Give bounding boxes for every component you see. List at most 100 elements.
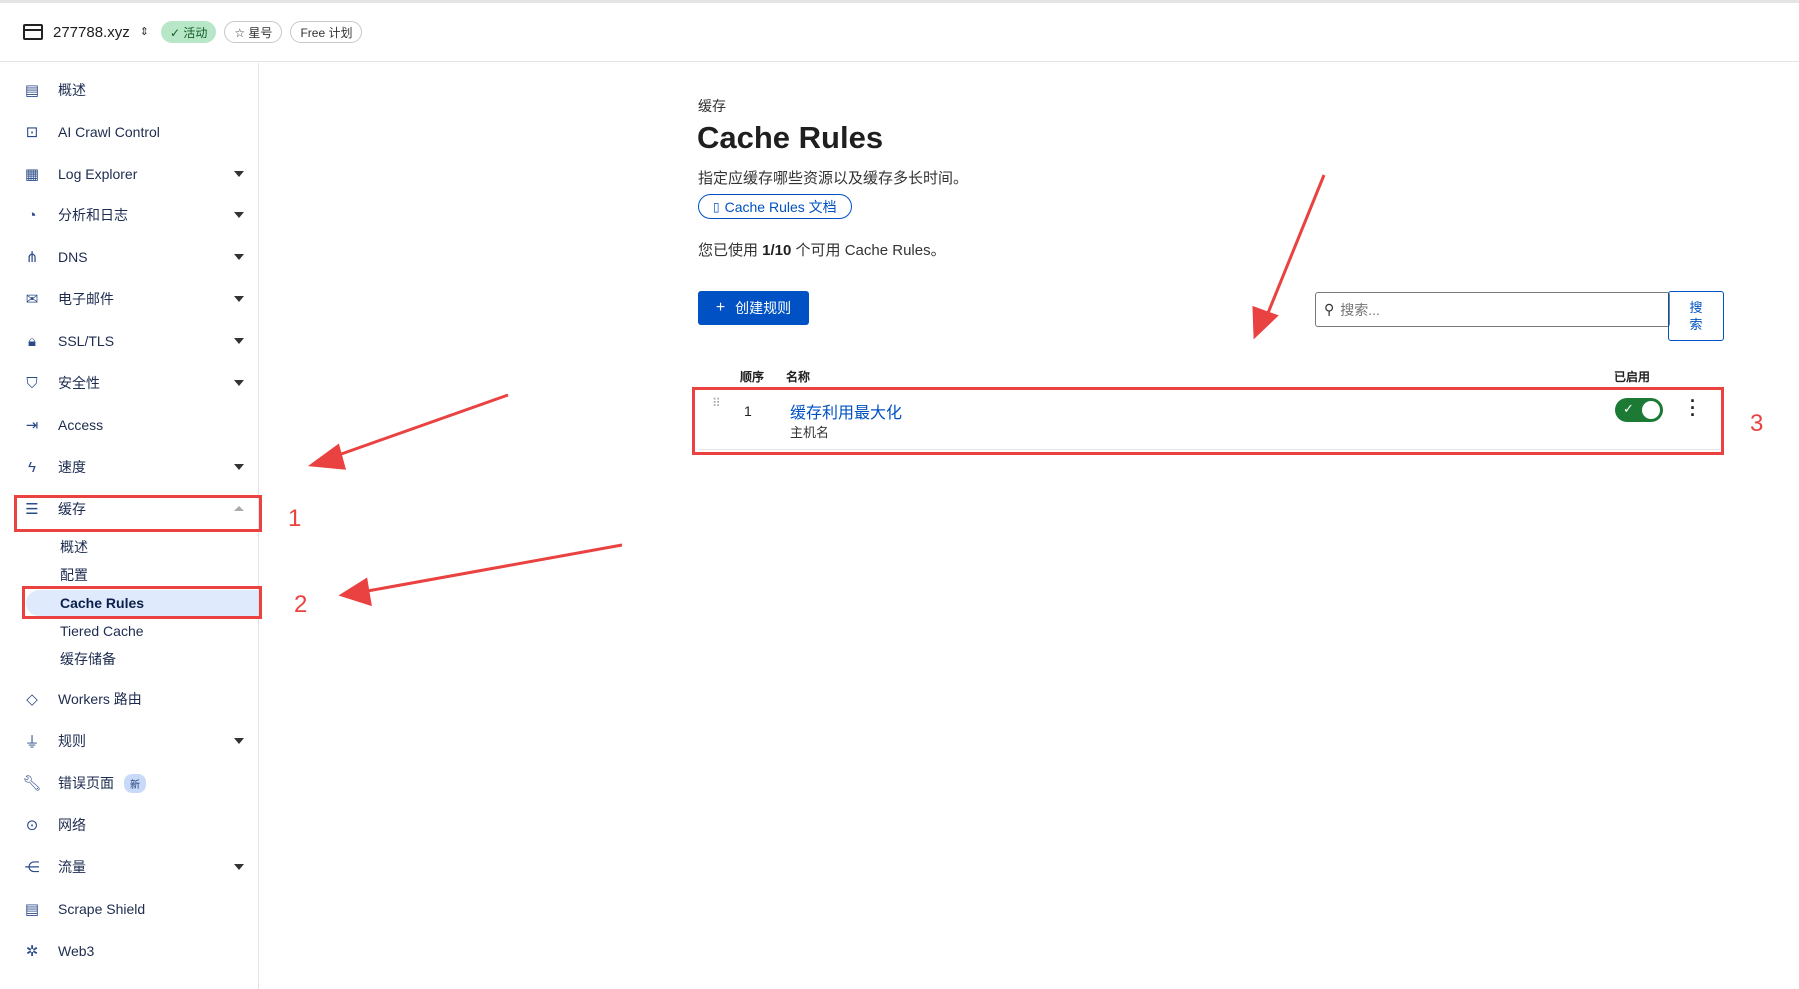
zone-switcher-icon[interactable]: ⇕ xyxy=(140,26,149,38)
sidebar-item-email[interactable]: ✉ 电子邮件 xyxy=(0,281,258,317)
network-icon: ⋔ xyxy=(25,249,39,266)
robot-icon: ⊡ xyxy=(25,124,39,141)
traffic-icon: ⋲ xyxy=(24,859,40,876)
sidebar-item-label: DNS xyxy=(58,249,88,265)
sidebar-item-label: 流量 xyxy=(58,859,86,875)
annotation-number-2: 2 xyxy=(294,591,308,618)
sidebar-item-log-explorer[interactable]: ▦ Log Explorer xyxy=(0,156,258,192)
sidebar-item-scrape-shield[interactable]: ▤ Scrape Shield xyxy=(0,891,258,927)
sidebar-item-label: Access xyxy=(58,417,104,433)
page-icon: ▤ xyxy=(24,901,40,918)
code-icon: ◇ xyxy=(26,691,38,708)
chevron-down-icon xyxy=(234,738,244,744)
annotation-number-3: 3 xyxy=(1750,410,1764,437)
annotation-box-cache xyxy=(14,495,262,532)
annotation-arrow-3-head xyxy=(1252,305,1279,340)
chevron-down-icon xyxy=(234,864,244,870)
annotation-number-1: 1 xyxy=(288,505,302,532)
sidebar-subitem-cache-overview[interactable]: 概述 xyxy=(26,534,258,560)
sidebar-item-label: Scrape Shield xyxy=(58,901,146,917)
annotation-box-cache-rules xyxy=(22,586,262,619)
zone-name[interactable]: 277788.xyz xyxy=(53,24,130,41)
sidebar-item-traffic[interactable]: ⋲ 流量 xyxy=(0,849,258,885)
sidebar-item-network[interactable]: ⊙ 网络 xyxy=(0,807,258,843)
sidebar-item-workers-routes[interactable]: ◇ Workers 路由 xyxy=(0,681,258,717)
sidebar-item-speed[interactable]: ϟ 速度 xyxy=(0,449,258,485)
sidebar-item-label: Log Explorer xyxy=(58,166,138,182)
chevron-down-icon xyxy=(234,380,244,386)
sidebar-item-label: 网络 xyxy=(58,817,86,833)
lock-icon: 🔒︎ xyxy=(28,332,36,350)
document-icon: ▤ xyxy=(24,82,40,99)
sidebar-item-access[interactable]: ⇥ Access xyxy=(0,407,258,443)
page-description: 指定应缓存哪些资源以及缓存多长时间。 xyxy=(698,170,969,187)
sidebar-item-label: 安全性 xyxy=(58,375,100,391)
web3-icon: ✲ xyxy=(25,943,39,960)
search-icon: ⚲ xyxy=(1324,301,1335,317)
sidebar-item-ai-crawl-control[interactable]: ⊡ AI Crawl Control xyxy=(0,114,258,150)
annotation-arrow-1 xyxy=(329,393,509,460)
sidebar-item-analytics[interactable]: ◔ 分析和日志 xyxy=(0,197,258,233)
usage-prefix: 您已使用 xyxy=(698,242,763,259)
sidebar-subitem-tiered-cache[interactable]: Tiered Cache xyxy=(26,618,258,644)
column-header-order[interactable]: 顺序 xyxy=(740,368,764,385)
docs-link-label: Cache Rules 文档 xyxy=(724,198,837,215)
plan-badge: Free 计划 xyxy=(290,21,363,43)
star-button[interactable]: ☆ 星号 xyxy=(224,21,283,43)
docs-link[interactable]: ▯ Cache Rules 文档 xyxy=(698,194,852,219)
sidebar-item-overview[interactable]: ▤ 概述 xyxy=(0,72,258,108)
sidebar-subitem-cache-reserve[interactable]: 缓存储备 xyxy=(26,646,258,672)
email-icon: ✉ xyxy=(25,291,39,308)
annotation-arrow-2 xyxy=(361,543,623,594)
column-header-name[interactable]: 名称 xyxy=(786,368,810,385)
sidebar-item-rules[interactable]: ⏚ 规则 xyxy=(0,723,258,759)
sidebar-item-label: 概述 xyxy=(58,82,86,98)
sidebar-subitem-cache-config[interactable]: 配置 xyxy=(26,562,258,588)
chevron-down-icon xyxy=(234,254,244,260)
plus-icon: + xyxy=(715,299,726,316)
sidebar-item-label: 规则 xyxy=(58,733,86,749)
status-badge: ✓ 活动 xyxy=(160,21,217,43)
browser-window-icon xyxy=(23,24,43,40)
sidebar-item-label: 分析和日志 xyxy=(58,207,128,223)
shield-icon: ⛉ xyxy=(26,374,38,392)
sidebar-item-web3[interactable]: ✲ Web3 xyxy=(0,933,258,969)
sidebar-item-label: AI Crawl Control xyxy=(58,124,160,140)
page-title: Cache Rules xyxy=(697,120,884,155)
breadcrumb: 缓存 xyxy=(698,98,726,114)
sidebar-item-error-pages[interactable]: 🔧︎ 错误页面 新 xyxy=(0,765,258,801)
sidebar-item-label: Web3 xyxy=(58,943,95,959)
search-input[interactable] xyxy=(1340,301,1641,318)
usage-suffix: 个可用 Cache Rules。 xyxy=(791,242,946,259)
sidebar-item-ssl-tls[interactable]: 🔒︎ SSL/TLS xyxy=(0,323,258,359)
location-icon: ⊙ xyxy=(25,817,39,834)
sidebar-item-dns[interactable]: ⋔ DNS xyxy=(0,239,258,275)
new-badge: 新 xyxy=(124,773,146,793)
sidebar-item-label: 错误页面 xyxy=(58,775,114,791)
bolt-icon: ϟ xyxy=(28,458,36,476)
sidebar-item-label: Workers 路由 xyxy=(58,691,142,707)
chevron-down-icon xyxy=(234,296,244,302)
access-icon: ⇥ xyxy=(25,417,39,434)
chart-icon: ◔ xyxy=(27,206,37,224)
chevron-down-icon xyxy=(234,338,244,344)
usage-count: 1/10 xyxy=(762,242,792,259)
column-header-enabled: 已启用 xyxy=(1614,370,1651,384)
sidebar-item-security[interactable]: ⛉ 安全性 xyxy=(0,365,258,401)
search-button[interactable]: 搜索 xyxy=(1668,291,1724,341)
sidebar-item-label: SSL/TLS xyxy=(58,333,115,349)
zone-header: 277788.xyz ⇕ ✓ 活动 ☆ 星号 Free 计划 xyxy=(0,0,1799,62)
create-rule-button[interactable]: + 创建规则 xyxy=(698,291,809,325)
annotation-arrow-2-head xyxy=(338,577,372,607)
chevron-down-icon xyxy=(234,464,244,470)
create-rule-label: 创建规则 xyxy=(735,300,792,316)
usage-text: 您已使用 1/10 个可用 Cache Rules。 xyxy=(698,239,946,260)
book-icon: ▯ xyxy=(713,199,720,214)
chevron-down-icon xyxy=(234,171,244,177)
chevron-down-icon xyxy=(234,212,244,218)
sidebar-item-label: 电子邮件 xyxy=(58,291,114,307)
sidebar-item-label: 速度 xyxy=(58,459,86,475)
annotation-arrows xyxy=(307,174,1326,607)
wrench-icon: 🔧︎ xyxy=(22,775,42,792)
search-field[interactable]: ⚲ xyxy=(1315,292,1670,327)
